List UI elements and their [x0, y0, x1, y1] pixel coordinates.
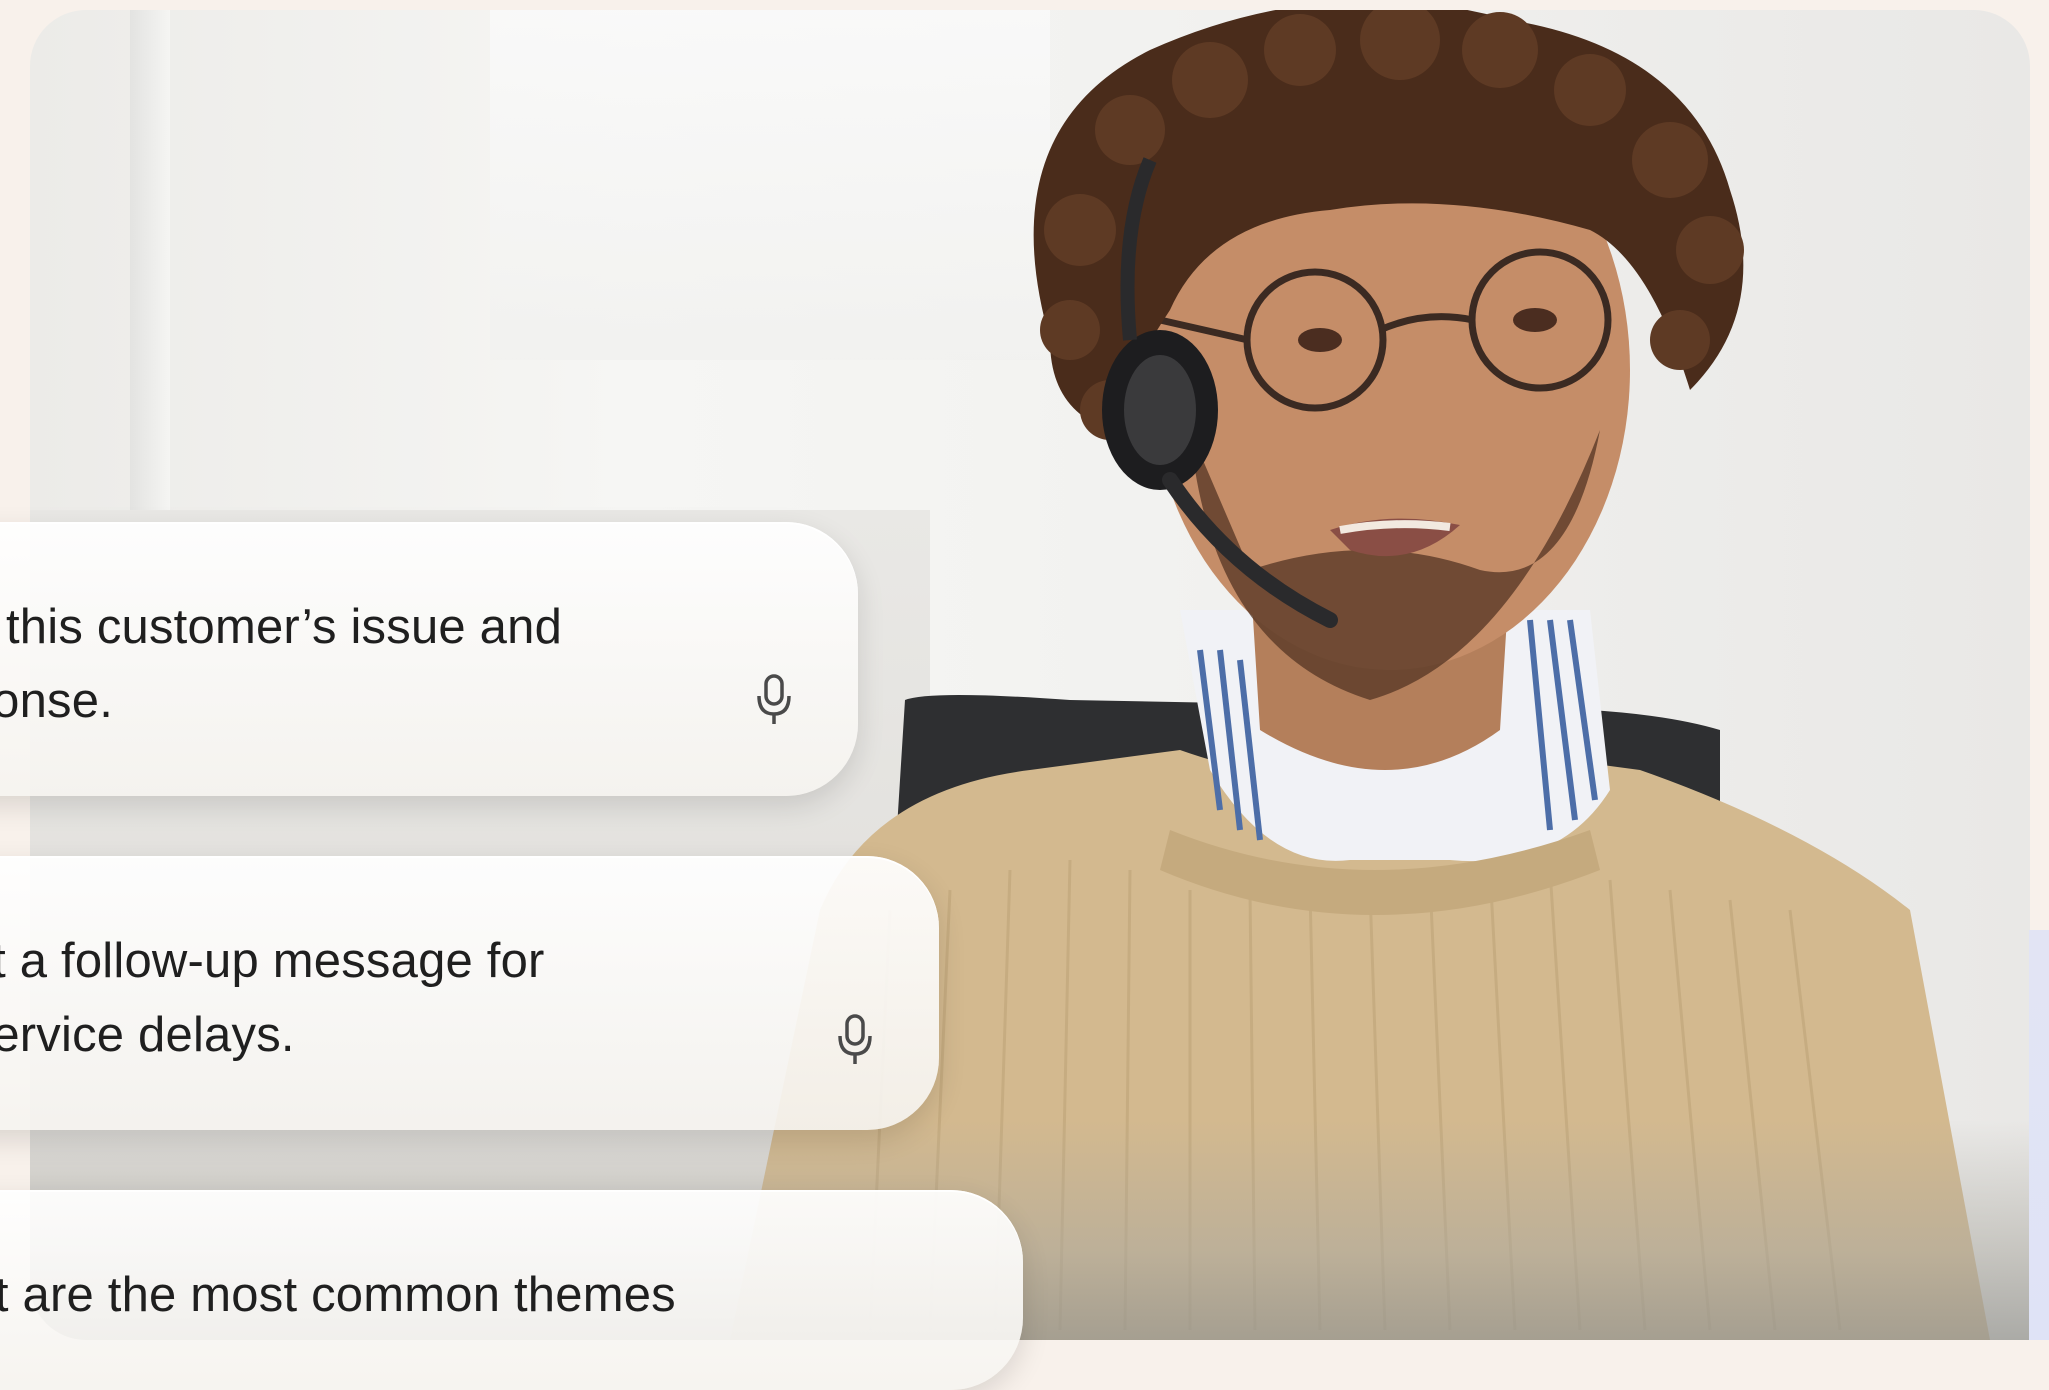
- prompt-card-follow-up[interactable]: est a follow-up message for t service de…: [0, 856, 939, 1130]
- right-edge-panel: [2029, 930, 2049, 1340]
- microphone-icon[interactable]: [836, 1014, 874, 1066]
- prompt-text: est a follow-up message for t service de…: [0, 934, 545, 1062]
- microphone-icon[interactable]: [755, 674, 793, 726]
- prompt-text: ze this customer’s issue and sponse.: [0, 600, 563, 728]
- prompt-card-common-themes[interactable]: hat are the most common themes: [0, 1190, 1023, 1390]
- prompt-text: hat are the most common themes: [0, 1268, 676, 1322]
- prompt-card-summarize[interactable]: ze this customer’s issue and sponse.: [0, 522, 858, 796]
